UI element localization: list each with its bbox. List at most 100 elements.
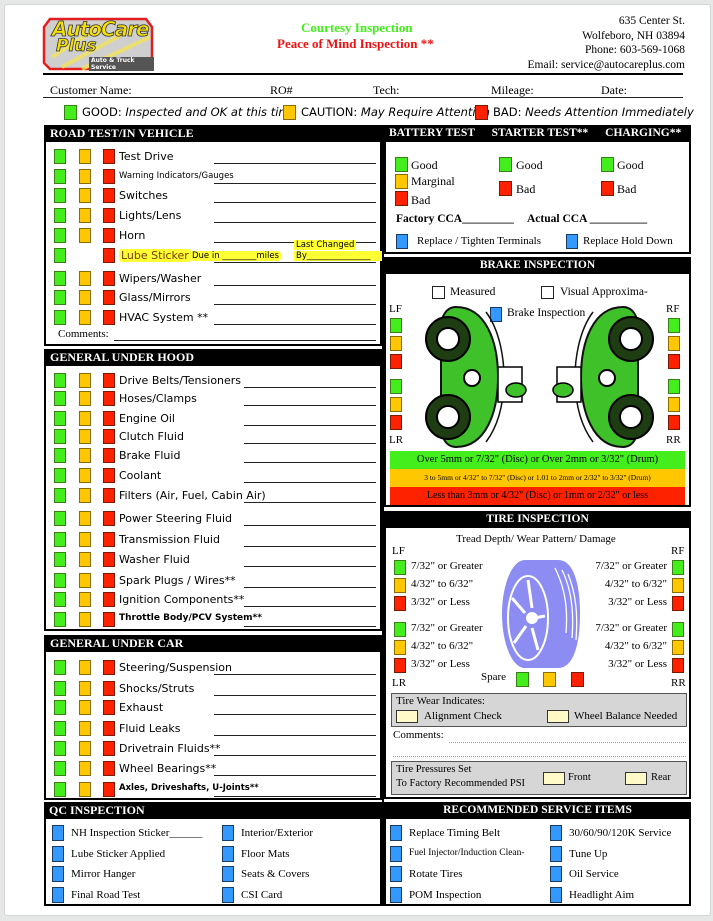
coolant-notes-line[interactable] — [244, 482, 376, 483]
nh-inspection-sticker-check[interactable] — [52, 825, 64, 841]
drivetrain-fluids-good-check[interactable] — [54, 741, 66, 756]
fluid-leaks-good-check[interactable] — [54, 721, 66, 736]
wipers-washer-bad-check[interactable] — [103, 271, 115, 286]
seats-covers-check[interactable] — [222, 866, 234, 882]
charging-good-check[interactable] — [601, 157, 614, 172]
exhaust-caution-check[interactable] — [79, 700, 91, 715]
glass-mirrors-caution-check[interactable] — [79, 290, 91, 305]
engine-oil-caution-check[interactable] — [79, 411, 91, 426]
lube-sticker-notes-line[interactable] — [214, 262, 376, 263]
exhaust-bad-check[interactable] — [103, 700, 115, 715]
lube-due-miles[interactable]: Due in ________miles — [190, 251, 281, 261]
replace-timing-belt-check[interactable] — [390, 825, 402, 841]
exhaust-notes-line[interactable] — [214, 714, 376, 715]
warning-indicators-gauges-good-check[interactable] — [54, 169, 66, 184]
coolant-good-check[interactable] — [54, 468, 66, 483]
brake-rr-bad[interactable] — [668, 415, 680, 430]
starter-bad-check[interactable] — [499, 181, 512, 196]
ignition-components-bad-check[interactable] — [103, 592, 115, 607]
axles-driveshafts-u-joints-bad-check[interactable] — [103, 782, 115, 797]
pressure-front-check[interactable] — [543, 772, 565, 785]
tire-rf-y-check[interactable] — [672, 578, 684, 593]
filters-air-fuel-cabin-air-notes-line[interactable] — [244, 502, 376, 503]
spare-good[interactable] — [516, 672, 529, 687]
brake-rr-caution[interactable] — [668, 397, 680, 412]
engine-oil-bad-check[interactable] — [103, 411, 115, 426]
warning-indicators-gauges-bad-check[interactable] — [103, 169, 115, 184]
clutch-fluid-bad-check[interactable] — [103, 429, 115, 444]
hoses-clamps-notes-line[interactable] — [244, 405, 376, 406]
shocks-struts-caution-check[interactable] — [79, 681, 91, 696]
brake-rf-bad[interactable] — [668, 354, 680, 369]
brake-lr-caution[interactable] — [390, 397, 402, 412]
filters-air-fuel-cabin-air-good-check[interactable] — [54, 488, 66, 503]
brake-lf-good[interactable] — [390, 318, 402, 333]
filters-air-fuel-cabin-air-caution-check[interactable] — [79, 488, 91, 503]
wipers-washer-notes-line[interactable] — [214, 285, 376, 286]
engine-oil-good-check[interactable] — [54, 411, 66, 426]
drive-belts-tensioners-notes-line[interactable] — [244, 387, 376, 388]
horn-good-check[interactable] — [54, 228, 66, 243]
floor-mats-check[interactable] — [222, 846, 234, 862]
mirror-hanger-check[interactable] — [52, 866, 64, 882]
tire-lr-r-check[interactable] — [394, 658, 406, 673]
brake-lf-caution[interactable] — [390, 336, 402, 351]
battery-bad-check[interactable] — [395, 191, 408, 206]
test-drive-bad-check[interactable] — [103, 149, 115, 164]
engine-oil-notes-line[interactable] — [244, 425, 376, 426]
tire-comments-line1[interactable] — [449, 742, 686, 743]
lights-lens-bad-check[interactable] — [103, 208, 115, 223]
wheel-bearings-caution-check[interactable] — [79, 761, 91, 776]
glass-mirrors-good-check[interactable] — [54, 290, 66, 305]
tire-rr-r-check[interactable] — [672, 658, 684, 673]
brake-lf-bad[interactable] — [390, 354, 402, 369]
wheel-bearings-bad-check[interactable] — [103, 761, 115, 776]
brake-fluid-notes-line[interactable] — [244, 462, 376, 463]
drivetrain-fluids-caution-check[interactable] — [79, 741, 91, 756]
transmission-fluid-good-check[interactable] — [54, 532, 66, 547]
lube-sticker-good-check[interactable] — [54, 248, 66, 263]
power-steering-fluid-caution-check[interactable] — [79, 511, 91, 526]
lights-lens-caution-check[interactable] — [79, 208, 91, 223]
replace-hold-down-check[interactable] — [566, 234, 578, 249]
wheel-balance-check[interactable] — [547, 710, 569, 723]
test-drive-caution-check[interactable] — [79, 149, 91, 164]
tire-comments-line2[interactable] — [393, 756, 686, 757]
shocks-struts-bad-check[interactable] — [103, 681, 115, 696]
replace-terminals-check[interactable] — [396, 234, 408, 249]
switches-notes-line[interactable] — [214, 202, 376, 203]
fluid-leaks-caution-check[interactable] — [79, 721, 91, 736]
tire-lf-y-check[interactable] — [394, 578, 406, 593]
switches-good-check[interactable] — [54, 188, 66, 203]
oil-service-check[interactable] — [550, 866, 562, 882]
steering-suspension-caution-check[interactable] — [79, 660, 91, 675]
switches-bad-check[interactable] — [103, 188, 115, 203]
axles-driveshafts-u-joints-good-check[interactable] — [54, 782, 66, 797]
steering-suspension-good-check[interactable] — [54, 660, 66, 675]
power-steering-fluid-bad-check[interactable] — [103, 511, 115, 526]
drivetrain-fluids-bad-check[interactable] — [103, 741, 115, 756]
clutch-fluid-notes-line[interactable] — [244, 443, 376, 444]
spark-plugs-wires-bad-check[interactable] — [103, 573, 115, 588]
transmission-fluid-notes-line[interactable] — [244, 546, 376, 547]
tire-rf-g-check[interactable] — [672, 560, 684, 575]
warning-indicators-gauges-notes-line[interactable] — [214, 183, 376, 184]
clutch-fluid-good-check[interactable] — [54, 429, 66, 444]
hvac-system-bad-check[interactable] — [103, 310, 115, 325]
brake-lr-good[interactable] — [390, 379, 402, 394]
hoses-clamps-caution-check[interactable] — [79, 391, 91, 406]
battery-marginal-check[interactable] — [395, 174, 408, 189]
drive-belts-tensioners-caution-check[interactable] — [79, 373, 91, 388]
fluid-leaks-bad-check[interactable] — [103, 721, 115, 736]
lights-lens-good-check[interactable] — [54, 208, 66, 223]
fluid-leaks-notes-line[interactable] — [214, 735, 376, 736]
final-road-test-check[interactable] — [52, 887, 64, 903]
washer-fluid-bad-check[interactable] — [103, 552, 115, 567]
horn-bad-check[interactable] — [103, 228, 115, 243]
hvac-system-caution-check[interactable] — [79, 310, 91, 325]
drive-belts-tensioners-bad-check[interactable] — [103, 373, 115, 388]
customer-info-line[interactable] — [43, 97, 683, 98]
power-steering-fluid-notes-line[interactable] — [244, 525, 376, 526]
washer-fluid-notes-line[interactable] — [244, 566, 376, 567]
ignition-components-good-check[interactable] — [54, 592, 66, 607]
